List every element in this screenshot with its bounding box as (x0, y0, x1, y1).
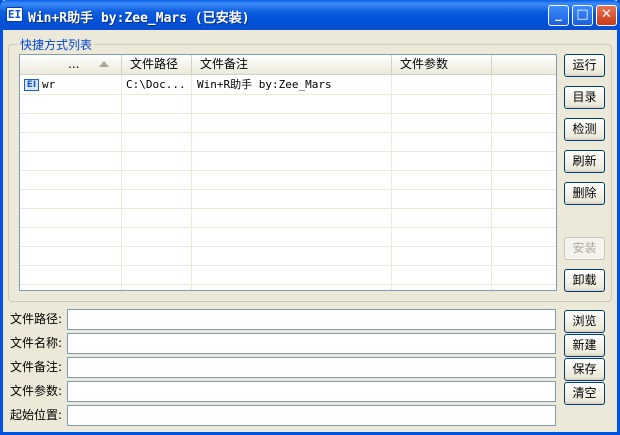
grid-line (491, 75, 492, 290)
maximize-icon[interactable]: □ (572, 5, 593, 26)
window-title: Win+R助手 by:Zee_Mars (已安装) (28, 11, 250, 26)
shortcut-list-group-label: 快捷方式列表 (18, 36, 95, 53)
file-name-label: 文件名称: (10, 336, 63, 350)
list-item-name: wr (42, 78, 56, 91)
grid-line (121, 75, 122, 290)
file-params-label: 文件参数: (10, 384, 63, 398)
save-button[interactable]: 保存 (564, 358, 605, 381)
grid-line (20, 151, 556, 152)
grid-line (20, 113, 556, 114)
new-button[interactable]: 新建 (564, 334, 605, 357)
column-header-name[interactable]: ... (20, 55, 122, 75)
shortcut-list[interactable]: ... 文件路径 文件备注 文件参数 EI wr C:\Doc... Win+R… (19, 54, 557, 291)
list-item-params (397, 76, 489, 94)
delete-button[interactable]: 删除 (564, 182, 605, 205)
list-item-note: Win+R助手 by:Zee_Mars (197, 78, 332, 91)
grid-line (20, 208, 556, 209)
run-button[interactable]: 运行 (564, 54, 605, 77)
grid-line (20, 132, 556, 133)
grid-line (20, 94, 556, 95)
uninstall-button[interactable]: 卸载 (564, 269, 605, 292)
file-path-label: 文件路径: (10, 312, 63, 326)
browse-button[interactable]: 浏览 (564, 310, 605, 333)
grid-line (20, 265, 556, 266)
start-location-input[interactable] (67, 405, 556, 426)
column-header-name-label: ... (68, 57, 80, 71)
close-icon[interactable]: ✕ (596, 5, 617, 26)
file-params-input[interactable] (67, 381, 556, 402)
app-icon: EI (6, 7, 23, 22)
grid-line (20, 170, 556, 171)
refresh-button[interactable]: 刷新 (564, 150, 605, 173)
title-bar[interactable]: EI Win+R助手 by:Zee_Mars (已安装) _ □ ✕ (0, 0, 620, 30)
file-path-input[interactable] (67, 309, 556, 330)
clear-button[interactable]: 清空 (564, 382, 605, 405)
shortcut-file-icon: EI (24, 79, 39, 91)
list-item[interactable]: EI wr C:\Doc... Win+R助手 by:Zee_Mars (20, 76, 556, 94)
check-button[interactable]: 检测 (564, 118, 605, 141)
grid-line (191, 75, 192, 290)
list-header: ... 文件路径 文件备注 文件参数 (20, 55, 556, 75)
file-note-label: 文件备注: (10, 360, 63, 374)
grid-line (20, 246, 556, 247)
minimize-icon[interactable]: _ (548, 5, 569, 26)
sort-ascending-icon (99, 61, 109, 67)
grid-line (20, 227, 556, 228)
column-header-path[interactable]: 文件路径 (122, 55, 192, 75)
grid-line (20, 189, 556, 190)
install-button[interactable]: 安装 (564, 237, 605, 260)
list-item-path: C:\Doc... (126, 78, 186, 91)
column-header-note[interactable]: 文件备注 (192, 55, 392, 75)
file-name-input[interactable] (67, 333, 556, 354)
start-location-label: 起始位置: (10, 408, 63, 422)
catalog-button[interactable]: 目录 (564, 86, 605, 109)
grid-line (391, 75, 392, 290)
grid-line (20, 284, 556, 285)
column-header-params[interactable]: 文件参数 (392, 55, 492, 75)
file-note-input[interactable] (67, 357, 556, 378)
